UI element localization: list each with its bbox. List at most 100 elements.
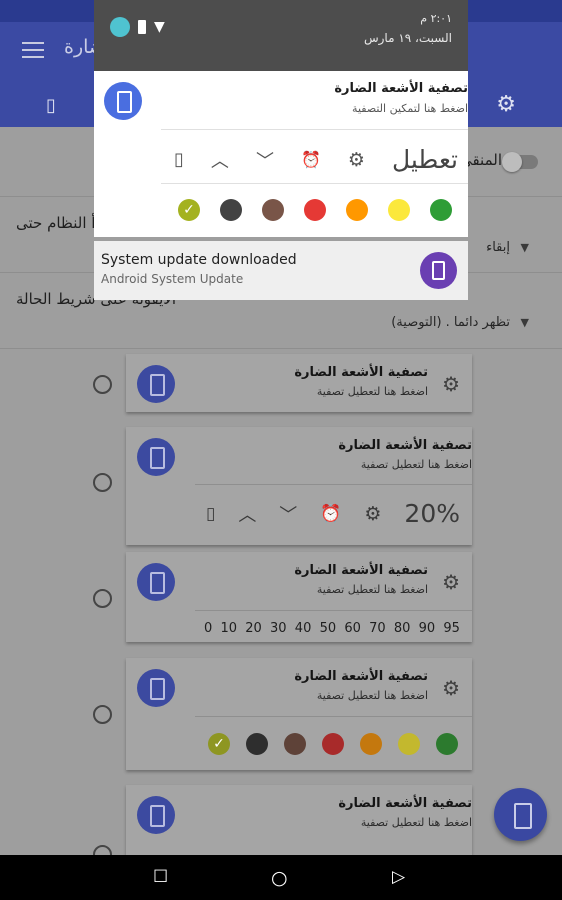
filter-app-icon xyxy=(104,82,142,120)
divider xyxy=(195,716,472,717)
filter-app-icon xyxy=(137,438,175,476)
color-swatch[interactable] xyxy=(360,733,382,755)
scale-value: 20 xyxy=(245,621,262,636)
opacity-scale: 0 10 20 30 40 50 60 70 80 90 95 xyxy=(204,621,460,636)
recents-icon[interactable]: ☐ xyxy=(153,867,168,887)
style-preview-4: تصفية الأشعة الضارة اضغط هنا لتعطيل تصفي… xyxy=(126,658,472,770)
preview-subtitle: اضغط هنا لتعطيل تصفية xyxy=(316,385,428,398)
color-swatch[interactable] xyxy=(284,733,306,755)
scale-value: 60 xyxy=(344,621,361,636)
color-swatch[interactable] xyxy=(304,199,326,221)
chevron-down-icon[interactable]: ﹀ xyxy=(256,147,274,173)
preview-subtitle: اضغط هنا لتعطيل تصفية xyxy=(316,583,428,596)
chevron-down-icon: ﹀ xyxy=(279,504,298,526)
preview-subtitle: اضغط هنا لتعطيل تصفية xyxy=(360,816,472,829)
scale-value: 10 xyxy=(220,621,238,636)
filter-app-icon xyxy=(137,796,175,834)
color-swatch[interactable] xyxy=(346,199,368,221)
divider xyxy=(161,183,468,184)
preview-title: تصفية الأشعة الضارة xyxy=(338,796,472,811)
color-swatch[interactable] xyxy=(322,733,344,755)
color-swatch[interactable] xyxy=(398,733,420,755)
selected-color-swatch[interactable]: ✓ xyxy=(208,733,230,755)
selected-color-swatch[interactable]: ✓ xyxy=(178,199,200,221)
color-swatch[interactable] xyxy=(262,199,284,221)
setting-1-value[interactable]: إبقاء xyxy=(486,240,510,255)
style-preview-1: تصفية الأشعة الضارة اضغط هنا لتعطيل تصفي… xyxy=(126,354,472,412)
scale-value: 40 xyxy=(294,621,312,636)
home-icon[interactable]: ○ xyxy=(271,867,288,889)
system-update-app: Android System Update xyxy=(101,272,244,286)
style-preview-3: تصفية الأشعة الضارة اضغط هنا لتعطيل تصفي… xyxy=(126,552,472,642)
quick-status-icons: ▼ xyxy=(110,17,165,37)
setting-1-label: أ النظام حتى xyxy=(16,214,96,232)
notification-subtitle: اضغط هنا لتمكين التصفية xyxy=(352,102,468,115)
scale-value: 95 xyxy=(443,621,460,636)
notification-shade-header: ▼ ٢:٠١ م السبت، ١٩ مارس xyxy=(94,0,468,71)
notification-actions: ▯ ︿ ﹀ ⏰ ⚙ تعطيل xyxy=(174,145,458,174)
gear-icon: ⚙ xyxy=(442,570,460,594)
menu-icon[interactable] xyxy=(22,42,44,58)
filter-app-icon xyxy=(137,669,175,707)
style-preview-2: تصفية الأشعة الضارة اضغط هنا لتعطيل تصفي… xyxy=(126,427,472,545)
wifi-icon: ▼ xyxy=(154,19,165,35)
clock-time: ٢:٠١ م xyxy=(420,12,452,25)
filter-app-icon xyxy=(137,563,175,601)
filter-notification[interactable]: تصفية الأشعة الضارة اضغط هنا لتمكين التص… xyxy=(94,71,468,237)
scale-value: 50 xyxy=(319,621,337,636)
chevron-up-icon: ︿ xyxy=(238,504,257,526)
disable-button[interactable]: تعطيل xyxy=(392,145,458,174)
system-update-icon xyxy=(420,252,457,289)
screen: ضارة ▯ ⚙ المنقي أ النظام حتى إبقاء ▼ الأ… xyxy=(0,0,562,900)
scale-value: 80 xyxy=(393,621,411,636)
system-update-notification[interactable]: System update downloaded Android System … xyxy=(94,241,468,300)
style-radio-4[interactable] xyxy=(93,705,112,724)
color-swatch[interactable] xyxy=(430,199,452,221)
alarm-icon: ⏰ xyxy=(320,503,342,524)
divider xyxy=(161,129,468,130)
gear-icon: ⚙ xyxy=(442,372,460,396)
dropdown-caret-icon[interactable]: ▼ xyxy=(521,316,529,329)
settings-tab-icon[interactable]: ⚙ xyxy=(496,92,516,117)
preview-subtitle: اضغط هنا لتعطيل تصفية xyxy=(316,689,428,702)
color-swatch[interactable] xyxy=(246,733,268,755)
phone-icon[interactable]: ▯ xyxy=(174,149,184,170)
opacity-percent: 20% xyxy=(404,499,460,528)
scale-value: 30 xyxy=(270,621,287,636)
gear-icon: ⚙ xyxy=(364,502,382,525)
preview-title: تصفية الأشعة الضارة xyxy=(338,438,472,453)
phone-icon: ▯ xyxy=(206,503,216,524)
scale-value: 0 xyxy=(204,621,213,636)
alarm-off-icon[interactable]: ⏰ xyxy=(301,150,321,169)
style-radio-3[interactable] xyxy=(93,589,112,608)
filter-toggle-switch[interactable] xyxy=(502,152,538,172)
account-icon xyxy=(110,17,130,37)
preview-title: تصفية الأشعة الضارة xyxy=(294,365,428,380)
color-swatch[interactable] xyxy=(388,199,410,221)
navigation-bar: ☐ ○ ▷ xyxy=(0,855,562,900)
dropdown-caret-icon[interactable]: ▼ xyxy=(521,241,529,254)
style-radio-2[interactable] xyxy=(93,473,112,492)
setting-2-value[interactable]: تظهر دائما . (التوصية) xyxy=(391,315,510,330)
color-swatches: ✓ xyxy=(178,199,452,221)
back-icon[interactable]: ▷ xyxy=(392,867,405,887)
color-swatches: ✓ xyxy=(208,733,458,755)
preview-actions: ▯ ︿ ﹀ ⏰ ⚙ 20% xyxy=(206,499,460,528)
clock-date: السبت، ١٩ مارس xyxy=(363,31,452,45)
scale-value: 70 xyxy=(369,621,386,636)
gear-icon[interactable]: ⚙ xyxy=(348,149,365,171)
divider xyxy=(195,484,472,485)
phone-tab-icon[interactable]: ▯ xyxy=(46,95,56,116)
preview-title: تصفية الأشعة الضارة xyxy=(294,669,428,684)
style-radio-1[interactable] xyxy=(93,375,112,394)
check-icon: ✓ xyxy=(183,202,195,218)
chevron-up-icon[interactable]: ︿ xyxy=(211,147,229,173)
color-swatch[interactable] xyxy=(220,199,242,221)
divider xyxy=(195,610,472,611)
color-swatch[interactable] xyxy=(436,733,458,755)
floating-action-button[interactable] xyxy=(494,788,547,841)
system-update-title: System update downloaded xyxy=(101,252,297,268)
filter-app-icon xyxy=(137,365,175,403)
preview-title: تصفية الأشعة الضارة xyxy=(294,563,428,578)
notification-title: تصفية الأشعة الضارة xyxy=(334,81,468,96)
